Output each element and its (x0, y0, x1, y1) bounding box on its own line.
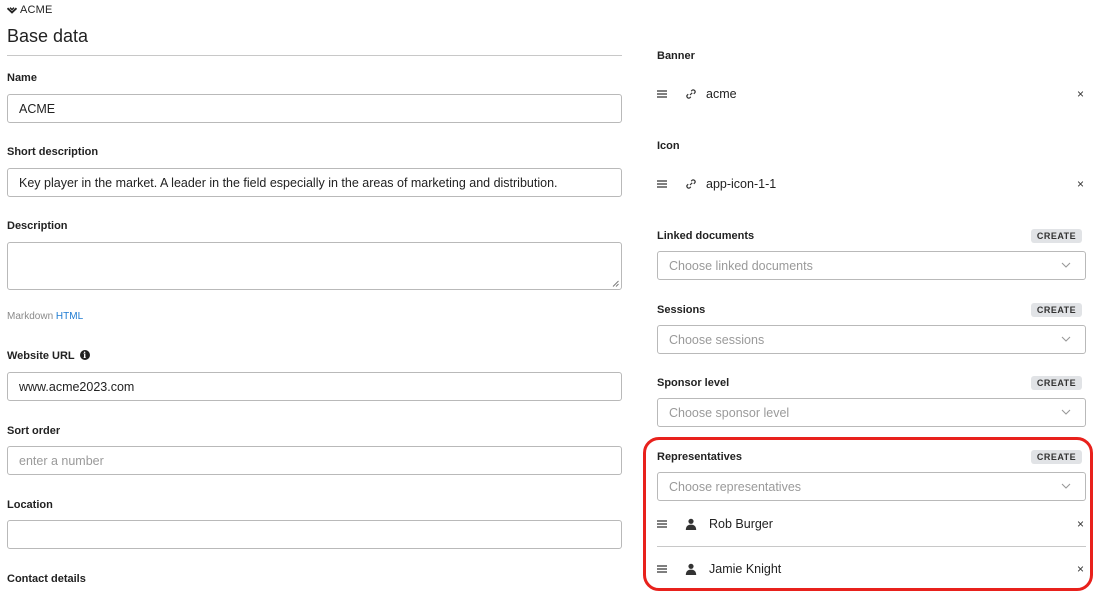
website-label-text: Website URL (7, 350, 75, 362)
banner-label: Banner (657, 50, 695, 62)
short-description-input[interactable]: Key player in the market. A leader in th… (7, 168, 622, 197)
name-input[interactable]: ACME (7, 94, 622, 123)
chevron-down-icon (1061, 262, 1071, 268)
remove-banner-button[interactable]: × (1077, 87, 1084, 101)
sort-order-input[interactable]: enter a number (7, 446, 622, 475)
markdown-option[interactable]: Markdown (7, 311, 53, 322)
chevron-down-icon (1061, 336, 1071, 342)
banner-value[interactable]: acme (706, 87, 737, 101)
linked-documents-label: Linked documents (657, 230, 755, 242)
location-label: Location (7, 499, 53, 511)
description-label: Description (7, 220, 68, 232)
linked-documents-select[interactable]: Choose linked documents (657, 251, 1086, 280)
chevron-down-icon (1061, 409, 1071, 415)
representatives-highlight (643, 437, 1093, 591)
sessions-select[interactable]: Choose sessions (657, 325, 1086, 354)
website-input[interactable]: www.acme2023.com (7, 372, 622, 401)
sponsor-level-label: Sponsor level (657, 377, 730, 389)
create-linked-document-button[interactable]: CREATE (1031, 229, 1082, 243)
create-sponsor-level-button[interactable]: CREATE (1031, 376, 1082, 390)
breadcrumb[interactable]: ACME (7, 4, 53, 16)
sessions-placeholder: Choose sessions (669, 332, 765, 347)
banner-item: acme × (657, 85, 1086, 103)
drag-handle-icon[interactable] (657, 90, 667, 98)
html-link[interactable]: HTML (56, 311, 83, 322)
icon-label: Icon (657, 140, 680, 152)
drag-handle-icon[interactable] (657, 180, 667, 188)
info-icon[interactable]: i (79, 350, 90, 360)
contact-details-label: Contact details (7, 573, 86, 585)
format-hint: Markdown HTML (7, 311, 83, 322)
resize-grip-icon[interactable] (612, 280, 619, 287)
location-input[interactable] (7, 520, 622, 549)
icon-value[interactable]: app-icon-1-1 (706, 177, 776, 191)
link-icon (686, 89, 696, 99)
sponsor-level-select[interactable]: Choose sponsor level (657, 398, 1086, 427)
title-divider (7, 55, 622, 56)
linked-documents-placeholder: Choose linked documents (669, 258, 813, 273)
sort-order-label: Sort order (7, 425, 61, 437)
sessions-label: Sessions (657, 304, 706, 316)
remove-icon-button[interactable]: × (1077, 177, 1084, 191)
page-title: Base data (7, 26, 89, 46)
link-icon (686, 179, 696, 189)
sponsor-level-placeholder: Choose sponsor level (669, 405, 790, 420)
icon-item: app-icon-1-1 × (657, 175, 1086, 193)
breadcrumb-label: ACME (20, 4, 53, 16)
name-label: Name (7, 72, 37, 84)
description-textarea[interactable] (7, 242, 622, 290)
chevron-down-icon (7, 6, 17, 14)
create-session-button[interactable]: CREATE (1031, 303, 1082, 317)
short-description-label: Short description (7, 146, 99, 158)
website-label: Website URL i (7, 350, 90, 362)
